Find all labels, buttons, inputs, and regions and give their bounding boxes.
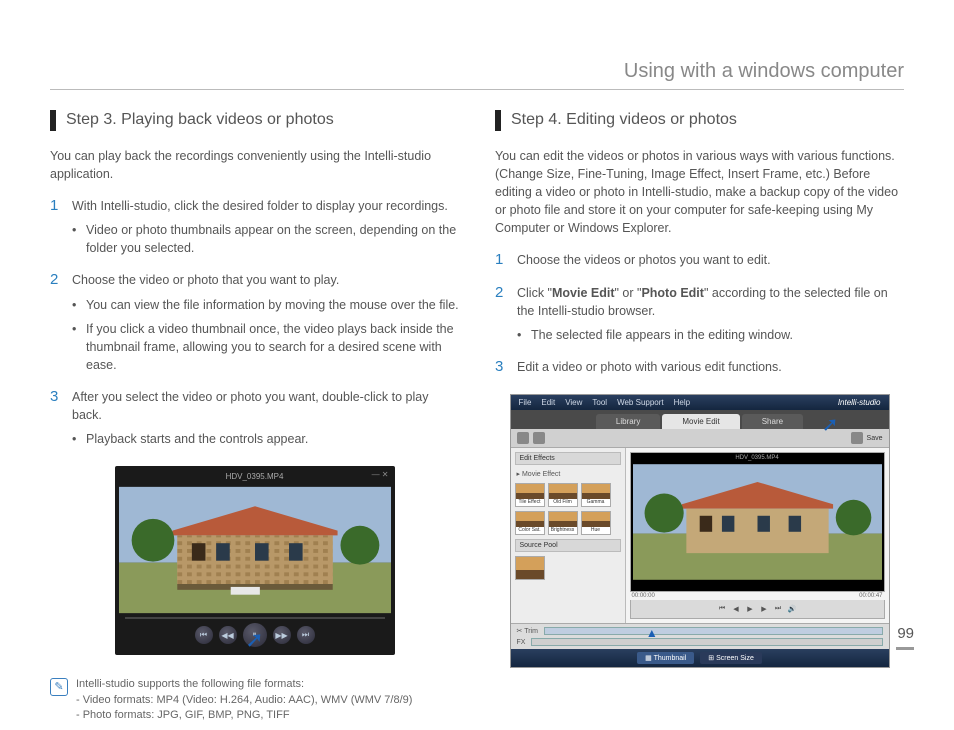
step4-item-3: 3 Edit a video or photo with various edi… [495, 358, 904, 376]
home-icon [517, 432, 529, 444]
editor-tabs: Library Movie Edit Share ➚ [511, 410, 889, 429]
panel-movie-effect: ▸ Movie Effect [515, 469, 621, 479]
effect-thumb: Tile Effect [515, 483, 545, 507]
player-titlebar: HDV_0395.MP4 — ✕ [119, 470, 391, 485]
player-filename: HDV_0395.MP4 [226, 472, 284, 481]
next-icon: ⏭ [773, 604, 783, 614]
editor-menubar: File Edit View Tool Web Support Help Int… [511, 395, 889, 410]
time-left: 00:00:00 [632, 593, 655, 599]
preview-filename: HDV_0395.MP4 [735, 455, 778, 461]
note-line: - Video formats: MP4 (Video: H.264, Audi… [76, 693, 412, 708]
editor-preview: HDV_0395.MP4 [630, 452, 885, 592]
step3-item-1: 1 With Intelli-studio, click the desired… [50, 197, 459, 257]
editor-toolbar: Save [511, 429, 889, 448]
step4-item-2: 2 Click "Movie Edit" or "Photo Edit" acc… [495, 284, 904, 344]
save-label: Save [867, 435, 883, 442]
forward-icon: ▶▶ [273, 626, 291, 644]
fx-track [531, 638, 882, 646]
step-text: Choose the video or photo that you want … [72, 273, 339, 287]
bullet: The selected file appears in the editing… [517, 326, 904, 344]
step4-item-1: 1 Choose the videos or photos you want t… [495, 251, 904, 269]
close-icon: — ✕ [372, 470, 389, 479]
tab-library: Library [596, 414, 660, 429]
bullet: If you click a video thumbnail once, the… [72, 320, 459, 374]
effect-thumb: Color Sat. [515, 511, 545, 535]
step-text: After you select the video or photo you … [72, 390, 428, 422]
left-column: Step 3. Playing back videos or photos Yo… [50, 110, 459, 724]
effect-thumb: Brightness [548, 511, 578, 535]
effect-thumb: Gamma [581, 483, 611, 507]
step4-intro: You can edit the videos or photos in var… [495, 147, 904, 238]
prev-icon: ⏮ [717, 604, 727, 614]
player-figure: HDV_0395.MP4 — ✕ [115, 466, 395, 655]
panel-edit-effects: Edit Effects [515, 452, 621, 465]
time-right: 00:00:47 [859, 593, 882, 599]
volume-icon: 🔊 [787, 604, 797, 614]
step-text: Edit a video or photo with various edit … [517, 360, 782, 374]
note-line: Intelli-studio supports the following fi… [76, 677, 412, 692]
menu-item: Edit [541, 398, 555, 407]
forward-icon: ▶ [759, 604, 769, 614]
timeline-track: ▲ [544, 627, 883, 635]
screen-icon [533, 432, 545, 444]
fx-icon: FX [517, 639, 526, 646]
menu-item: File [519, 398, 532, 407]
effect-thumb: Hue [581, 511, 611, 535]
note-box: ✎ Intelli-studio supports the following … [50, 677, 459, 723]
bullet: Video or photo thumbnails appear on the … [72, 221, 459, 257]
step3-heading: Step 3. Playing back videos or photos [50, 110, 459, 131]
app-brand: Intelli-studio [838, 398, 881, 407]
trim-label: Trim [524, 628, 538, 635]
footer-thumbnail: ▦ Thumbnail [637, 652, 694, 664]
menu-item: View [565, 398, 582, 407]
player-controls: ⏮ ◀◀ ⏸ ▶▶ ⏭ ➚ [119, 615, 391, 651]
menu-item: Web Support [617, 398, 664, 407]
source-thumb [515, 556, 545, 580]
step3-item-2: 2 Choose the video or photo that you wan… [50, 271, 459, 374]
editor-sidebar: Edit Effects ▸ Movie Effect Tile Effect … [511, 448, 626, 623]
video-frame [119, 485, 391, 615]
rewind-icon: ◀◀ [219, 626, 237, 644]
step3-intro: You can play back the recordings conveni… [50, 147, 459, 183]
play-icon: ▶ [745, 604, 755, 614]
editor-figure: File Edit View Tool Web Support Help Int… [510, 394, 890, 668]
tool-icon [851, 432, 863, 444]
menu-item: Tool [592, 398, 607, 407]
footer-screensize: ⊞ Screen Size [700, 652, 762, 664]
step-text: Click "Movie Edit" or "Photo Edit" accor… [517, 286, 888, 318]
note-line: - Photo formats: JPG, GIF, BMP, PNG, TIF… [76, 708, 412, 723]
tab-movie-edit: Movie Edit [662, 414, 739, 429]
menu-item: Help [674, 398, 690, 407]
step-text: With Intelli-studio, click the desired f… [72, 199, 448, 213]
step3-item-3: 3 After you select the video or photo yo… [50, 388, 459, 448]
prev-icon: ⏮ [195, 626, 213, 644]
page-number: 99 [897, 625, 914, 642]
right-column: Step 4. Editing videos or photos You can… [495, 110, 904, 724]
editor-timeline: ✂ Trim ▲ FX [511, 623, 889, 649]
editor-footer: ▦ Thumbnail ⊞ Screen Size [511, 649, 889, 667]
panel-source-pool: Source Pool [515, 539, 621, 552]
play-pause-icon: ⏸ [243, 623, 267, 647]
tab-share: Share [742, 414, 803, 429]
bullet: You can view the file information by mov… [72, 296, 459, 314]
next-icon: ⏭ [297, 626, 315, 644]
effect-thumb: Old Film [548, 483, 578, 507]
step-text: Choose the videos or photos you want to … [517, 253, 771, 267]
step4-heading: Step 4. Editing videos or photos [495, 110, 904, 131]
rewind-icon: ◀ [731, 604, 741, 614]
editor-main: HDV_0395.MP4 [626, 448, 889, 623]
page-header: Using with a windows computer [50, 60, 904, 90]
bullet: Playback starts and the controls appear. [72, 430, 459, 448]
editor-player-controls: ⏮ ◀ ▶ ▶ ⏭ 🔊 [630, 600, 885, 619]
note-icon: ✎ [50, 678, 68, 696]
